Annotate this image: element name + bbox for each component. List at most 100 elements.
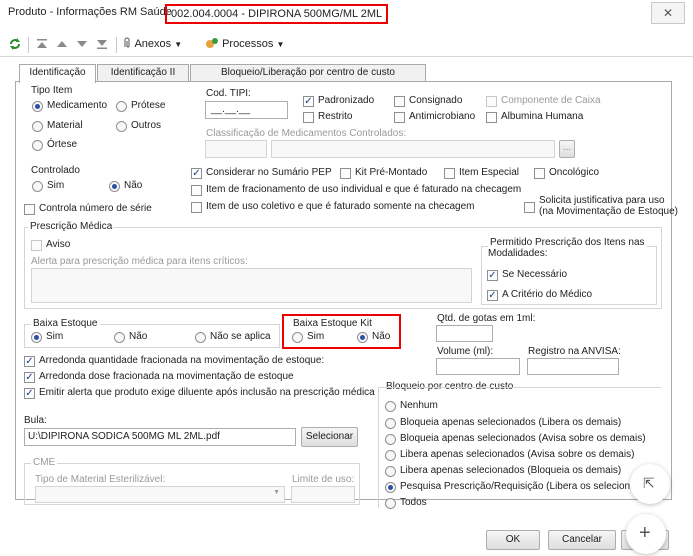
sumario-pep-checkbox[interactable]: [191, 168, 202, 179]
kit-premontado-checkbox[interactable]: [340, 168, 351, 179]
material-label: Material: [47, 120, 83, 131]
radio-controlado-sim[interactable]: [32, 181, 43, 192]
limite-uso-input[interactable]: [291, 486, 355, 503]
registro-anvisa-input[interactable]: [527, 358, 619, 375]
radio-protese[interactable]: [116, 101, 127, 112]
bula-value: U:\DIPIRONA SODICA 500MG ML 2ML.pdf: [28, 431, 220, 442]
permitido-label-2: Modalidades:: [488, 248, 548, 259]
processos-menu[interactable]: Processos ▼: [205, 37, 284, 50]
tab-bloqueio-liberacao[interactable]: Bloqueio/Liberação por centro de custo: [190, 64, 426, 82]
tipo-esterilizavel-select[interactable]: ▼: [35, 486, 285, 503]
previous-record-icon[interactable]: [56, 38, 68, 50]
radio-bloqueio-5[interactable]: [385, 482, 396, 493]
alerta-textarea[interactable]: [31, 268, 472, 303]
arredonda-qtd-checkbox[interactable]: [24, 356, 35, 367]
radio-bloqueio-4[interactable]: [385, 466, 396, 477]
permitido-label-1: Permitido Prescrição dos Itens nas: [488, 237, 647, 248]
radio-bloqueio-1[interactable]: [385, 418, 396, 429]
classificacao-lookup-button[interactable]: ...: [559, 140, 575, 158]
consignado-label: Consignado: [409, 95, 463, 106]
radio-bloqueio-todos[interactable]: [385, 498, 396, 509]
sumario-pep-label: Considerar no Sumário PEP: [206, 167, 332, 178]
item-especial-checkbox[interactable]: [444, 168, 455, 179]
next-record-icon[interactable]: [76, 38, 88, 50]
se-necessario-label: Se Necessário: [502, 269, 568, 280]
controlado-sim-label: Sim: [47, 180, 65, 191]
radio-baixa-nao-aplica[interactable]: [195, 332, 206, 343]
first-record-icon[interactable]: [36, 38, 48, 50]
prescricao-label: Prescrição Médica: [28, 221, 115, 232]
componente-caixa-label: Componente de Caixa: [501, 95, 601, 106]
qtd-gotas-input[interactable]: [436, 325, 493, 342]
alerta-label: Alerta para prescrição médica para itens…: [31, 256, 248, 267]
antimicrobiano-checkbox[interactable]: [394, 112, 405, 123]
cme-label: CME: [31, 457, 58, 468]
controla-serie-checkbox[interactable]: [24, 204, 35, 215]
ok-button[interactable]: OK: [486, 530, 540, 550]
albumina-checkbox[interactable]: [486, 112, 497, 123]
radio-outros[interactable]: [116, 121, 127, 132]
aviso-checkbox[interactable]: [31, 240, 42, 251]
add-fab[interactable]: +: [626, 514, 666, 554]
selecionar-button[interactable]: Selecionar: [301, 427, 358, 447]
cod-tipi-label: Cod. TIPI:: [206, 88, 251, 99]
radio-kit-sim[interactable]: [292, 332, 303, 343]
uso-coletivo-checkbox[interactable]: [191, 202, 202, 213]
bloqueio-option-2: Bloqueia apenas selecionados (Avisa sobr…: [400, 433, 646, 444]
radio-baixa-nao[interactable]: [114, 332, 125, 343]
expand-icon: ⇱: [643, 475, 655, 491]
gears-icon: [206, 38, 218, 48]
outros-label: Outros: [131, 120, 162, 131]
tab-identificacao-ii[interactable]: Identificação II: [97, 64, 189, 82]
bloqueio-option-3: Libera apenas selecionados (Avisa sobre …: [400, 449, 635, 460]
radio-bloqueio-3[interactable]: [385, 450, 396, 461]
kit-sim-label: Sim: [307, 331, 325, 342]
diluente-alerta-label: Emitir alerta que produto exige diluente…: [39, 387, 375, 398]
radio-bloqueio-2[interactable]: [385, 434, 396, 445]
classificacao-code-input[interactable]: [205, 140, 267, 158]
bloqueio-option-6: Todos: [400, 497, 427, 508]
bula-input[interactable]: U:\DIPIRONA SODICA 500MG ML 2ML.pdf: [24, 428, 296, 446]
criterio-medico-checkbox[interactable]: [487, 290, 498, 301]
close-button[interactable]: ✕: [651, 2, 685, 24]
oncologico-checkbox[interactable]: [534, 168, 545, 179]
tab-identificacao[interactable]: Identificação: [19, 64, 96, 83]
close-icon: ✕: [662, 6, 674, 20]
componente-caixa-checkbox[interactable]: [486, 96, 497, 107]
radio-material[interactable]: [32, 121, 43, 132]
cod-tipi-input[interactable]: __.__.__: [205, 101, 288, 119]
arredonda-dose-checkbox[interactable]: [24, 372, 35, 383]
justificativa-checkbox[interactable]: [524, 202, 535, 213]
radio-kit-nao[interactable]: [357, 332, 368, 343]
padronizado-checkbox[interactable]: [303, 96, 314, 107]
anexos-menu[interactable]: Anexos ▼: [122, 37, 182, 50]
classificacao-desc-input[interactable]: [271, 140, 555, 158]
last-record-icon[interactable]: [96, 38, 108, 50]
justificativa-label-1: Solicita justificativa para uso: [539, 195, 665, 206]
refresh-icon[interactable]: [8, 37, 22, 51]
se-necessario-checkbox[interactable]: [487, 270, 498, 281]
tipo-esterilizavel-label: Tipo de Material Esterilizável:: [35, 474, 166, 485]
expand-fab[interactable]: ⇱: [630, 464, 670, 504]
radio-bloqueio-nenhum[interactable]: [385, 401, 396, 412]
protese-label: Prótese: [131, 100, 166, 111]
restrito-checkbox[interactable]: [303, 112, 314, 123]
baixa-nao-label: Não: [129, 331, 148, 342]
arredonda-dose-label: Arredonda dose fracionada na movimentaçã…: [39, 371, 294, 382]
volume-input[interactable]: [436, 358, 520, 375]
baixa-kit-label: Baixa Estoque Kit: [293, 318, 372, 329]
diluente-alerta-checkbox[interactable]: [24, 388, 35, 399]
antimicrobiano-label: Antimicrobiano: [409, 111, 476, 122]
radio-ortese[interactable]: [32, 140, 43, 151]
radio-medicamento[interactable]: [32, 101, 43, 112]
window-title: Produto - Informações RM Saúde: [8, 6, 172, 18]
qtd-gotas-label: Qtd. de gotas em 1ml:: [437, 313, 536, 324]
radio-baixa-sim[interactable]: [31, 332, 42, 343]
baixa-nao-aplica-label: Não se aplica: [210, 331, 271, 342]
restrito-label: Restrito: [318, 111, 353, 122]
fracionamento-checkbox[interactable]: [191, 185, 202, 196]
kit-premontado-label: Kit Pré-Montado: [355, 167, 428, 178]
radio-controlado-nao[interactable]: [109, 181, 120, 192]
cancelar-button[interactable]: Cancelar: [548, 530, 616, 550]
consignado-checkbox[interactable]: [394, 96, 405, 107]
